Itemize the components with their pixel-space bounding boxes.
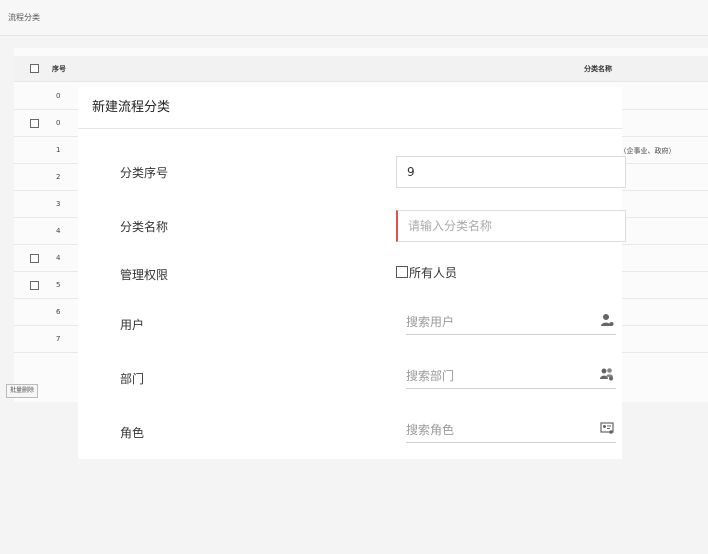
user-search-field[interactable]: 搜索用户 xyxy=(406,309,616,335)
row-seq: 3 xyxy=(56,200,61,208)
modal-title: 新建流程分类 xyxy=(92,100,171,115)
seq-input[interactable]: 9 xyxy=(396,156,626,188)
row-seq: 6 xyxy=(56,308,61,316)
row-seq: 1 xyxy=(56,146,61,154)
row-name: 1（企事业、政府） xyxy=(615,147,676,155)
breadcrumb: 流程分类 xyxy=(8,13,40,22)
row-seq: 5 xyxy=(56,281,61,289)
column-header-name: 分类名称 xyxy=(584,65,612,73)
batch-delete-button[interactable]: 批量删除 xyxy=(6,384,39,398)
row-seq: 4 xyxy=(56,227,61,235)
all-users-checkbox[interactable] xyxy=(396,266,408,278)
users-group-icon[interactable] xyxy=(600,366,614,381)
user-label: 用户 xyxy=(120,318,145,332)
table-header: 序号 分类名称 xyxy=(14,56,708,82)
user-icon[interactable] xyxy=(600,312,614,326)
row-seq: 2 xyxy=(56,173,61,181)
seq-label: 分类序号 xyxy=(120,166,169,180)
all-users-label: 所有人员 xyxy=(409,266,458,280)
role-search-placeholder: 搜索角色 xyxy=(406,423,455,437)
dept-label: 部门 xyxy=(120,372,145,386)
role-label: 角色 xyxy=(120,426,145,440)
column-header-seq: 序号 xyxy=(52,65,66,73)
row-checkbox[interactable] xyxy=(30,254,39,263)
user-search-placeholder: 搜索用户 xyxy=(406,315,455,329)
perm-label: 管理权限 xyxy=(120,268,169,282)
row-seq: 0 xyxy=(56,92,61,100)
row-seq: 4 xyxy=(56,254,61,262)
new-category-modal: 新建流程分类 分类序号 9 分类名称 请输入分类名称 管理权限 所有人员 用户 … xyxy=(78,87,626,459)
dept-search-placeholder: 搜索部门 xyxy=(406,369,455,383)
id-card-icon[interactable] xyxy=(600,420,614,434)
top-bar: 流程分类 xyxy=(0,0,708,36)
name-input[interactable]: 请输入分类名称 xyxy=(396,210,626,242)
name-label: 分类名称 xyxy=(120,220,169,234)
row-seq: 7 xyxy=(56,335,61,343)
row-checkbox[interactable] xyxy=(30,281,39,290)
role-search-field[interactable]: 搜索角色 xyxy=(406,417,616,443)
row-checkbox[interactable] xyxy=(30,119,39,128)
select-all-checkbox[interactable] xyxy=(30,64,39,73)
modal-header: 新建流程分类 xyxy=(78,87,622,129)
dept-search-field[interactable]: 搜索部门 xyxy=(406,363,616,389)
modal-body: 分类序号 9 分类名称 请输入分类名称 管理权限 所有人员 用户 搜索用户 部门… xyxy=(88,142,626,459)
row-seq: 0 xyxy=(56,119,61,127)
